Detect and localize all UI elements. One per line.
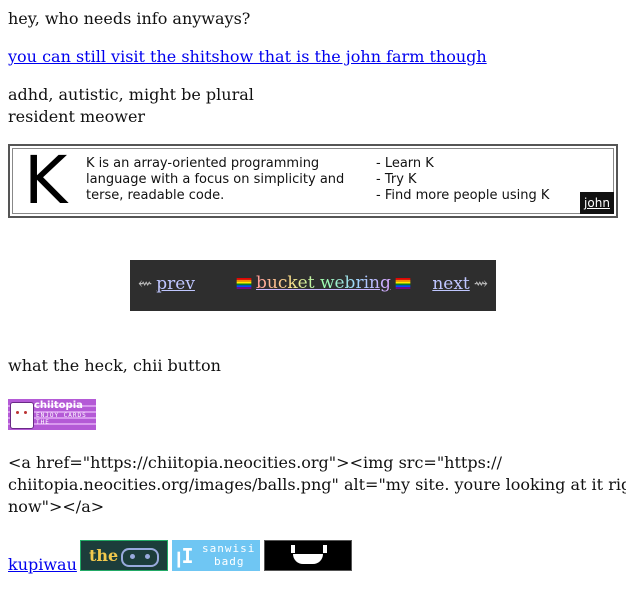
webring-title-link[interactable]: bucket webring bbox=[232, 273, 415, 293]
webring-prev-link[interactable]: ⇜ prev bbox=[138, 274, 195, 294]
chii-heading: what the heck, chii button bbox=[8, 356, 221, 375]
right-squiggle-arrow-icon: ⇝ bbox=[473, 274, 488, 294]
sanwisi-label: sanwisi bbox=[202, 542, 256, 555]
kupiwau-link[interactable]: kupiwau bbox=[8, 554, 77, 576]
bio-line-2: resident meower bbox=[8, 107, 146, 126]
prev-label[interactable]: prev bbox=[156, 274, 195, 294]
k-language-banner[interactable]: K K is an array-oriented programming lan… bbox=[8, 144, 618, 218]
bucket-webring: ⇜ prev bucket webring next ⇝ bbox=[130, 260, 496, 311]
k-bullet-find: - Find more people using K bbox=[376, 188, 550, 203]
smile-eye-left bbox=[291, 545, 295, 553]
chii-code-line-3: now"></a> bbox=[8, 497, 105, 516]
john-farm-link[interactable]: you can still visit the shitshow that is… bbox=[8, 46, 487, 68]
k-logo: K bbox=[24, 142, 68, 219]
webring-name[interactable]: bucket webring bbox=[256, 273, 391, 293]
bio-line-1: adhd, autistic, might be plural bbox=[8, 85, 254, 104]
k-bullet-learn: - Learn K bbox=[376, 156, 434, 171]
smile-eye-right bbox=[323, 545, 327, 553]
k-bullet-try: - Try K bbox=[376, 172, 417, 187]
chii-code-line-2: chiitopia.neocities.org/images/balls.png… bbox=[8, 475, 626, 494]
chii-face-icon bbox=[10, 402, 34, 429]
left-squiggle-arrow-icon: ⇜ bbox=[138, 274, 153, 294]
next-label[interactable]: next bbox=[432, 274, 469, 294]
the-controller-button[interactable]: the bbox=[80, 540, 168, 571]
k-bullet-list: - Learn K - Try K - Find more people usi… bbox=[376, 156, 549, 204]
chiitopia-button[interactable]: chiitopia ENJOY CARDS THE bbox=[8, 399, 96, 430]
smiley-face-button[interactable] bbox=[264, 540, 352, 571]
chii-code-line-1: <a href="https://chiitopia.neocities.org… bbox=[8, 453, 502, 472]
rainbow-flag-icon bbox=[236, 278, 252, 289]
john-farm-link-text[interactable]: you can still visit the shitshow that is… bbox=[8, 47, 487, 66]
intro-text: hey, who needs info anyways? bbox=[8, 9, 251, 28]
smile-mouth-icon bbox=[293, 554, 323, 564]
gamepad-icon bbox=[121, 548, 159, 567]
sanwisi-badge-button[interactable]: ꞁI sanwisi badg bbox=[172, 540, 260, 571]
the-label: the bbox=[89, 546, 119, 565]
kupiwau-link-text[interactable]: kupiwau bbox=[8, 555, 77, 574]
rainbow-flag-icon bbox=[395, 278, 411, 289]
chii-button-title: chiitopia bbox=[34, 400, 83, 411]
sitelen-glyph-icon: ꞁI bbox=[176, 544, 194, 568]
chii-button-sub: ENJOY CARDS THE bbox=[36, 412, 87, 426]
badg-label: badg bbox=[214, 555, 245, 568]
webring-next-link[interactable]: next ⇝ bbox=[432, 274, 488, 294]
john-link-button[interactable]: john bbox=[580, 192, 614, 214]
k-description: K is an array-oriented programming langu… bbox=[86, 156, 345, 203]
